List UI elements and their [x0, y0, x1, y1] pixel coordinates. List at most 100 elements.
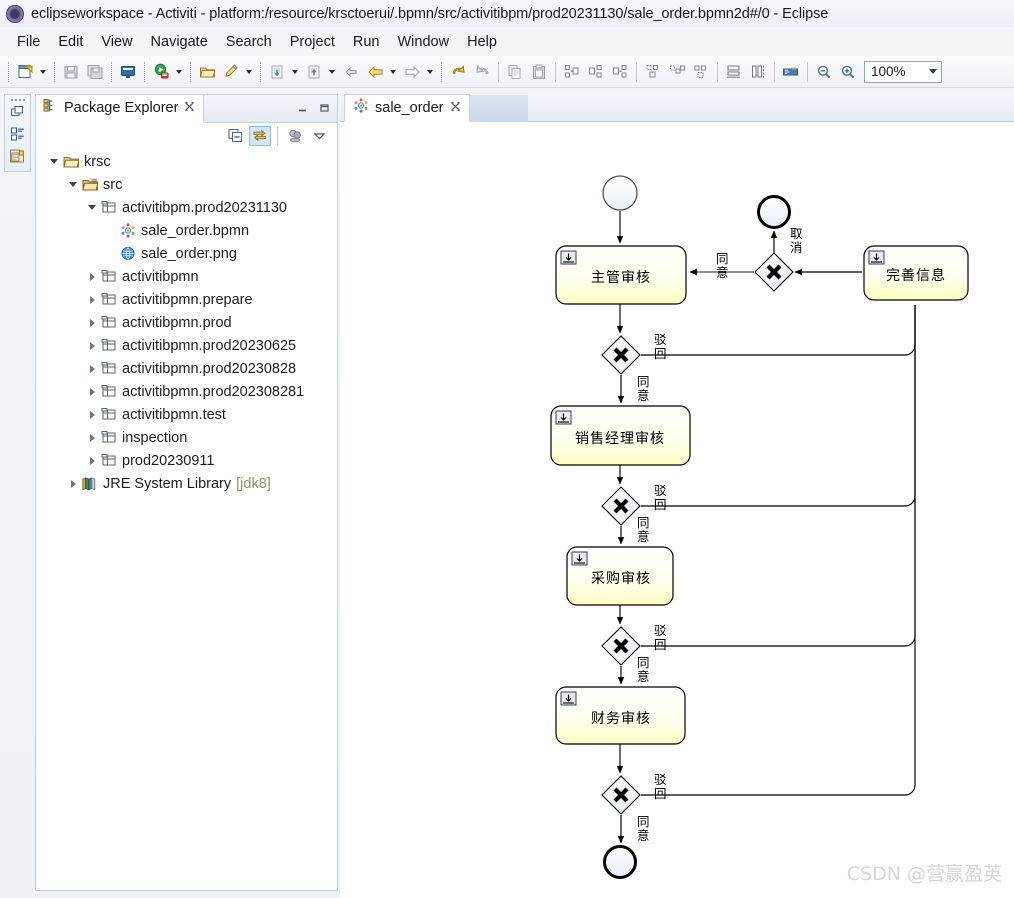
focus-active-task-button[interactable]	[284, 126, 306, 146]
close-icon[interactable]	[450, 99, 461, 117]
exclusive-gateway-after-manager[interactable]	[601, 335, 641, 375]
save-button[interactable]	[60, 61, 82, 83]
export-button[interactable]	[303, 61, 325, 83]
external-tools-button[interactable]	[220, 61, 242, 83]
chevron-right-icon[interactable]	[84, 430, 100, 446]
end-event-approved[interactable]	[603, 845, 637, 879]
chevron-right-icon[interactable]	[84, 315, 100, 331]
link-with-editor-button[interactable]	[249, 125, 271, 146]
back-dropdown-arrow[interactable]	[387, 61, 398, 83]
menu-navigate[interactable]: Navigate	[142, 32, 217, 52]
run-dropdown-arrow[interactable]	[173, 61, 184, 83]
distribute-vertical-button[interactable]	[747, 61, 769, 83]
menu-search[interactable]: Search	[217, 32, 281, 52]
forward-button[interactable]	[401, 61, 423, 83]
chevron-right-icon[interactable]	[84, 453, 100, 469]
zoom-out-button[interactable]	[813, 61, 835, 83]
exclusive-gateway-after-purchase[interactable]	[601, 626, 641, 666]
chevron-down-icon[interactable]	[84, 200, 100, 216]
redo-button[interactable]	[471, 61, 493, 83]
exclusive-gateway-after-finance[interactable]	[601, 775, 641, 815]
back-button[interactable]	[364, 61, 386, 83]
tree-item-package-inspection[interactable]: inspection	[36, 426, 337, 449]
run-button[interactable]	[150, 61, 172, 83]
tree-item-src[interactable]: src	[36, 173, 337, 196]
zoom-in-button[interactable]	[837, 61, 859, 83]
minimize-icon[interactable]	[297, 100, 309, 118]
align-right-button[interactable]	[609, 61, 631, 83]
align-center-button[interactable]	[585, 61, 607, 83]
chevron-down-icon[interactable]	[46, 154, 62, 170]
collapse-all-button[interactable]	[225, 126, 247, 146]
chevron-right-icon[interactable]	[84, 269, 100, 285]
exclusive-gateway-after-sales-manager[interactable]	[601, 486, 641, 526]
tree-item-package-prod20230911[interactable]: prod20230911	[36, 449, 337, 472]
distribute-horizontal-button[interactable]	[723, 61, 745, 83]
bpmn-canvas[interactable]: 主管审核 销售经理审核 采购审核 财务审核 完善信息 取 消 同 意 驳 回 同…	[340, 123, 1014, 898]
tree-item-jre-system-library[interactable]: JRE System Library [jdk8]	[36, 472, 337, 495]
menu-help[interactable]: Help	[458, 32, 506, 52]
align-middle-button[interactable]	[666, 61, 688, 83]
save-all-button[interactable]	[84, 61, 106, 83]
copy-button[interactable]	[504, 61, 526, 83]
tree-item-file-sale-order-png[interactable]: sale_order.png	[36, 242, 337, 265]
tree-item-file-sale-order-bpmn[interactable]: sale_order.bpmn	[36, 219, 337, 242]
align-top-button[interactable]	[642, 61, 664, 83]
user-task-purchase-review[interactable]: 采购审核	[566, 546, 674, 606]
menu-edit[interactable]: Edit	[49, 32, 92, 52]
new-wizard-button[interactable]	[14, 61, 36, 83]
paste-button[interactable]	[528, 61, 550, 83]
tree-item-package-activitibpmn[interactable]: activitibpmn	[36, 265, 337, 288]
exclusive-gateway-cancel[interactable]	[754, 252, 794, 292]
tab-package-explorer[interactable]: Package Explorer	[36, 95, 205, 123]
chevron-right-icon[interactable]	[84, 292, 100, 308]
chevron-down-icon[interactable]	[65, 177, 81, 193]
import-button[interactable]	[266, 61, 288, 83]
menu-window[interactable]: Window	[388, 32, 458, 52]
close-icon[interactable]	[184, 99, 195, 117]
export-dropdown-arrow[interactable]	[326, 61, 337, 83]
tree-item-package-activitibpmn-prod20230625[interactable]: activitibpmn.prod20230625	[36, 334, 337, 357]
open-folder-button[interactable]	[196, 61, 218, 83]
user-task-sales-manager-review[interactable]: 销售经理审核	[550, 405, 691, 466]
tab-sale-order[interactable]: sale_order	[344, 94, 470, 122]
match-size-button[interactable]	[780, 61, 802, 83]
back-small-button[interactable]	[340, 61, 362, 83]
new-wizard-dropdown-arrow[interactable]	[37, 61, 48, 83]
menu-run[interactable]: Run	[344, 32, 389, 52]
chevron-right-icon[interactable]	[84, 361, 100, 377]
align-left-button[interactable]	[561, 61, 583, 83]
package-explorer-view-icon[interactable]	[5, 123, 30, 145]
flow-g1-reject[interactable]	[641, 305, 916, 356]
outline-view-icon[interactable]	[5, 145, 30, 167]
tree-item-package-activitibpmn-prepare[interactable]: activitibpmn.prepare	[36, 288, 337, 311]
import-dropdown-arrow[interactable]	[289, 61, 300, 83]
restore-view-icon[interactable]	[5, 101, 30, 123]
tree-item-package-activitibpmn-prod20230828[interactable]: activitibpmn.prod20230828	[36, 357, 337, 380]
start-event[interactable]	[602, 175, 638, 211]
flow-g3-reject[interactable]	[641, 305, 916, 647]
zoom-level-combobox[interactable]: 100%	[864, 60, 942, 83]
external-tools-dropdown-arrow[interactable]	[243, 61, 254, 83]
view-menu-button[interactable]	[308, 126, 330, 146]
bpmn-diagram[interactable]: 主管审核 销售经理审核 采购审核 财务审核 完善信息 取 消 同 意 驳 回 同…	[340, 123, 1014, 898]
chevron-right-icon[interactable]	[65, 476, 81, 492]
open-console-button[interactable]	[117, 61, 139, 83]
user-task-manager-review[interactable]: 主管审核	[555, 245, 687, 305]
tree-item-package-activitibpmn-test[interactable]: activitibpmn.test	[36, 403, 337, 426]
undo-button[interactable]	[447, 61, 469, 83]
tree-item-package-activitibpmn-prod202308281[interactable]: activitibpmn.prod202308281	[36, 380, 337, 403]
menu-file[interactable]: File	[8, 32, 49, 52]
user-task-finance-review[interactable]: 财务审核	[555, 686, 686, 745]
maximize-icon[interactable]	[319, 100, 331, 118]
tree-item-package-activitibpm-prod20231130[interactable]: activitibpm.prod20231130	[36, 196, 337, 219]
chevron-right-icon[interactable]	[84, 407, 100, 423]
chevron-right-icon[interactable]	[84, 338, 100, 354]
chevron-right-icon[interactable]	[84, 384, 100, 400]
tree-item-package-activitibpmn-prod[interactable]: activitibpmn.prod	[36, 311, 337, 334]
align-bottom-button[interactable]	[690, 61, 712, 83]
end-event-cancel[interactable]	[757, 195, 791, 229]
menu-view[interactable]: View	[92, 32, 141, 52]
user-task-complete-info[interactable]: 完善信息	[863, 245, 969, 301]
flow-g2-reject[interactable]	[641, 305, 916, 507]
